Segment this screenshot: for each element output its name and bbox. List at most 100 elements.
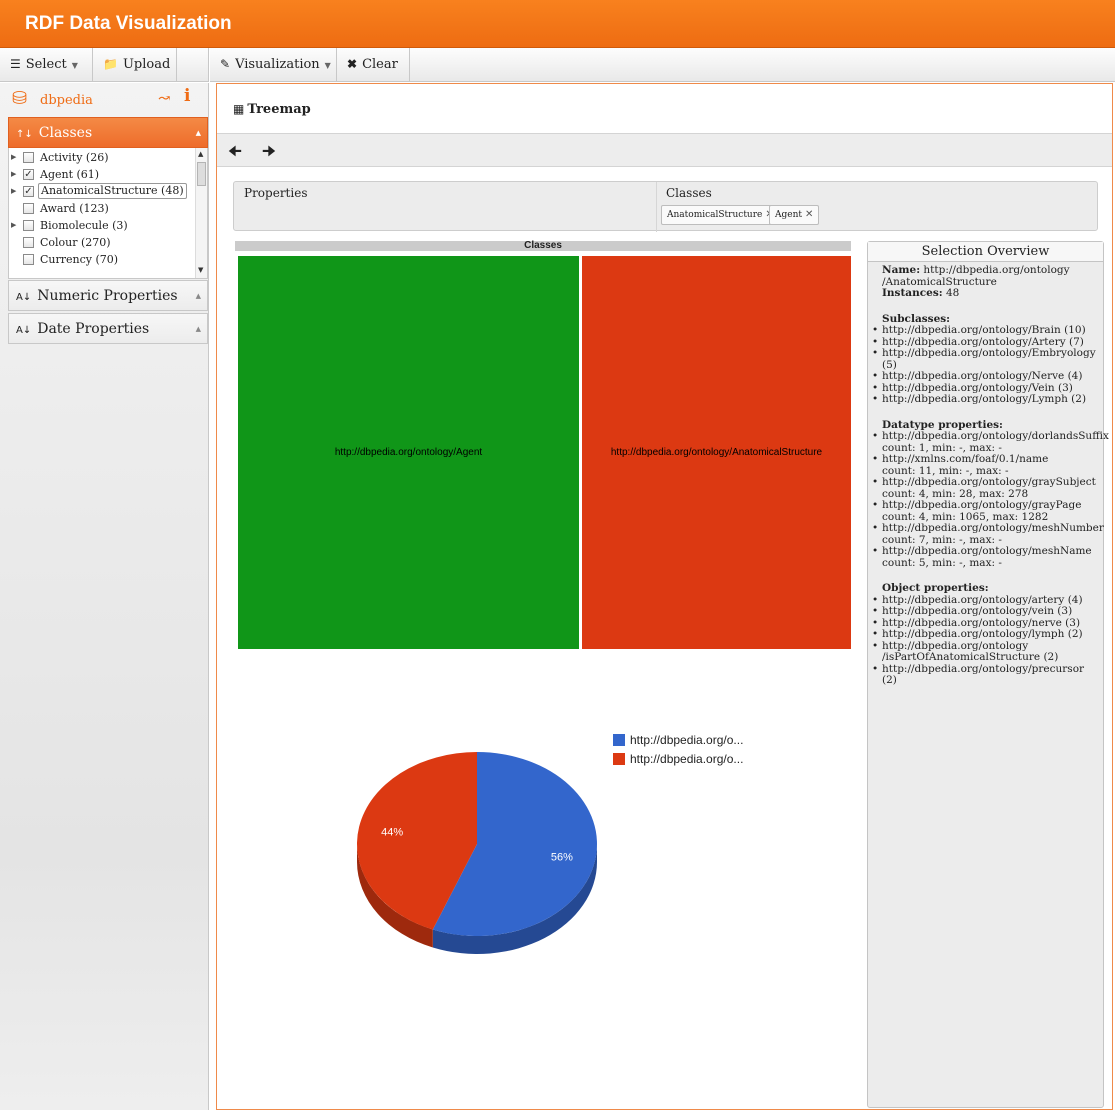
class-list: ▲ ▼ ▶ Activity (26) ▶ ✓ Agent (61) ▶ ✓ Anatomic…: [8, 148, 208, 279]
datatype-item: http://dbpedia.org/ontology/grayPagecoun…: [872, 499, 1099, 523]
datatype-list: http://dbpedia.org/ontology/dorlandsSuff…: [872, 430, 1109, 569]
datatype-item: http://dbpedia.org/ontology/meshNumberco…: [872, 522, 1104, 546]
chevron-down-icon: ▼: [71, 61, 78, 70]
collapse-icon: ▲: [195, 129, 201, 137]
classes-accordion-header[interactable]: ↑↓ Classes ▲: [8, 117, 208, 148]
app-header: RDF Data Visualization: [0, 0, 1115, 48]
pie-slice-label: 56%: [551, 851, 573, 863]
datatype-name: http://dbpedia.org/ontology/dorlandsSuff…: [882, 430, 1109, 442]
forward-arrow-icon[interactable]: 🠊: [255, 140, 283, 162]
pencil-icon: ✎: [220, 57, 231, 71]
name-label: Name:: [882, 264, 921, 276]
subclass-item: http://dbpedia.org/ontology/Nerve (4): [872, 370, 1099, 383]
treemap-header: Classes: [235, 241, 851, 251]
scroll-thumb[interactable]: [197, 162, 206, 186]
remove-tag-icon[interactable]: ✕: [805, 209, 813, 220]
main-toolbar: ✎ Visualization ▼ ✖ Clear: [210, 48, 1115, 82]
datatype-item: http://dbpedia.org/ontology/dorlandsSuff…: [872, 430, 1109, 454]
class-label: Award (123): [40, 202, 109, 215]
treemap-cell-anatomicalstructure[interactable]: http://dbpedia.org/ontology/AnatomicalSt…: [582, 256, 851, 649]
name-row: Name: http://dbpedia.org/ontology: [882, 264, 1099, 277]
sidebar-toolbar: ☰ Select ▼ 📁 Upload: [0, 48, 209, 82]
class-tag-agent: Agent ✕: [769, 205, 820, 225]
filter-divider: [656, 182, 657, 232]
treemap-cell-label: http://dbpedia.org/ontology/AnatomicalSt…: [610, 447, 823, 458]
datatype-name: http://dbpedia.org/ontology/grayPage: [882, 499, 1082, 511]
scroll-down-icon[interactable]: ▼: [198, 266, 203, 274]
class-label: Currency (70): [40, 253, 119, 266]
class-label: Activity (26): [40, 151, 109, 164]
expand-arrow-icon[interactable]: ▶: [11, 149, 16, 166]
object-heading: Object properties:: [882, 582, 989, 594]
table-icon: ▦: [233, 102, 245, 116]
class-list-scrollbar[interactable]: ▲ ▼: [195, 148, 207, 278]
expand-arrow-icon[interactable]: ▶: [11, 183, 16, 200]
class-checkbox[interactable]: [23, 152, 34, 163]
subclass-item: http://dbpedia.org/ontology/Embryology (…: [872, 347, 1099, 371]
visualization-button[interactable]: ✎ Visualization ▼: [210, 48, 337, 81]
properties-filter-label: Properties: [244, 186, 308, 200]
pie-slice-label: 44%: [381, 827, 403, 839]
datatype-item: http://xmlns.com/foaf/0.1/namecount: 11,…: [872, 453, 1099, 477]
chevron-down-icon: ▼: [324, 61, 331, 70]
class-checkbox[interactable]: ✓: [23, 169, 34, 180]
database-icon: ☰: [10, 57, 21, 71]
object-property-item: http://dbpedia.org/ontology/precursor (2…: [872, 663, 1099, 687]
filter-box: Properties Classes AnatomicalStructure✕ …: [233, 181, 1098, 232]
dataset-name[interactable]: dbpedia: [40, 93, 93, 108]
selection-overview: Selection Overview Name: http://dbpedia.…: [867, 241, 1109, 1108]
class-checkbox[interactable]: [23, 254, 34, 265]
numeric-header-label: Numeric Properties: [37, 288, 178, 304]
class-tag-anatomicalstructure: AnatomicalStructure✕: [661, 205, 780, 225]
back-arrow-icon[interactable]: 🠈: [221, 140, 249, 162]
subclass-item: http://dbpedia.org/ontology/Brain (10): [872, 324, 1099, 337]
select-label: Select: [25, 57, 67, 72]
sort-alpha-icon: A↓: [16, 325, 32, 336]
class-checkbox[interactable]: [23, 237, 34, 248]
visualization-label: Visualization: [235, 57, 320, 72]
class-label: Colour (270): [40, 236, 111, 249]
datatype-name: http://xmlns.com/foaf/0.1/name: [882, 453, 1049, 465]
datatype-name: http://dbpedia.org/ontology/graySubject: [882, 476, 1096, 488]
datatype-name: http://dbpedia.org/ontology/meshNumber: [882, 522, 1104, 534]
date-header-label: Date Properties: [37, 321, 150, 337]
instances-value: 48: [945, 287, 960, 299]
legend-label: http://dbpedia.org/o...: [630, 752, 744, 766]
tag-label: Agent: [775, 210, 802, 220]
upload-button[interactable]: 📁 Upload: [93, 48, 177, 81]
app-title: RDF Data Visualization: [25, 13, 232, 34]
info-icon[interactable]: i: [184, 86, 190, 106]
pie-chart: 56% 44%: [342, 744, 612, 974]
treemap-cell-label: http://dbpedia.org/ontology/Agent: [334, 447, 483, 458]
date-properties-accordion-header[interactable]: A↓ Date Properties ▲: [8, 313, 208, 344]
sort-numeric-icon: ↑↓: [16, 129, 33, 140]
expand-icon: ▲: [195, 325, 201, 333]
class-label: Biomolecule (3): [40, 219, 128, 232]
treemap-cell-agent[interactable]: http://dbpedia.org/ontology/Agent: [238, 256, 579, 649]
class-label: Agent (61): [40, 168, 100, 181]
navigation-bar: 🠈 🠊: [217, 133, 1112, 167]
clear-button[interactable]: ✖ Clear: [337, 48, 410, 81]
class-checkbox[interactable]: [23, 220, 34, 231]
class-checkbox[interactable]: [23, 203, 34, 214]
visualization-panel: ▦ Treemap 🠈 🠊 Properties Classes Anatomic…: [216, 83, 1113, 1110]
visualization-title: ▦ Treemap: [233, 102, 311, 117]
select-button[interactable]: ☰ Select ▼: [0, 48, 93, 81]
line-chart-icon[interactable]: ↝: [158, 89, 171, 107]
class-checkbox[interactable]: ✓: [23, 186, 34, 197]
scroll-up-icon[interactable]: ▲: [198, 150, 203, 158]
sidebar: ⛁ dbpedia ↝ i ↑↓ Classes ▲ ▲ ▼ ▶ Activity …: [0, 83, 209, 1110]
expand-arrow-icon[interactable]: ▶: [11, 217, 16, 234]
viz-title-label: Treemap: [247, 102, 311, 117]
numeric-properties-accordion-header[interactable]: A↓ Numeric Properties ▲: [8, 280, 208, 311]
clear-label: Clear: [362, 57, 398, 72]
datatype-name: http://dbpedia.org/ontology/meshName: [882, 545, 1092, 557]
close-icon: ✖: [347, 57, 358, 71]
subclasses-list: http://dbpedia.org/ontology/Brain (10) ht…: [872, 324, 1099, 406]
tag-label: AnatomicalStructure: [667, 210, 763, 220]
expand-arrow-icon[interactable]: ▶: [11, 166, 16, 183]
datatype-item: http://dbpedia.org/ontology/graySubjectc…: [872, 476, 1099, 500]
datatype-item: http://dbpedia.org/ontology/meshNamecoun…: [872, 545, 1099, 569]
dataset-row: ⛁ dbpedia ↝ i: [0, 83, 209, 117]
classes-header-label: Classes: [38, 125, 93, 141]
